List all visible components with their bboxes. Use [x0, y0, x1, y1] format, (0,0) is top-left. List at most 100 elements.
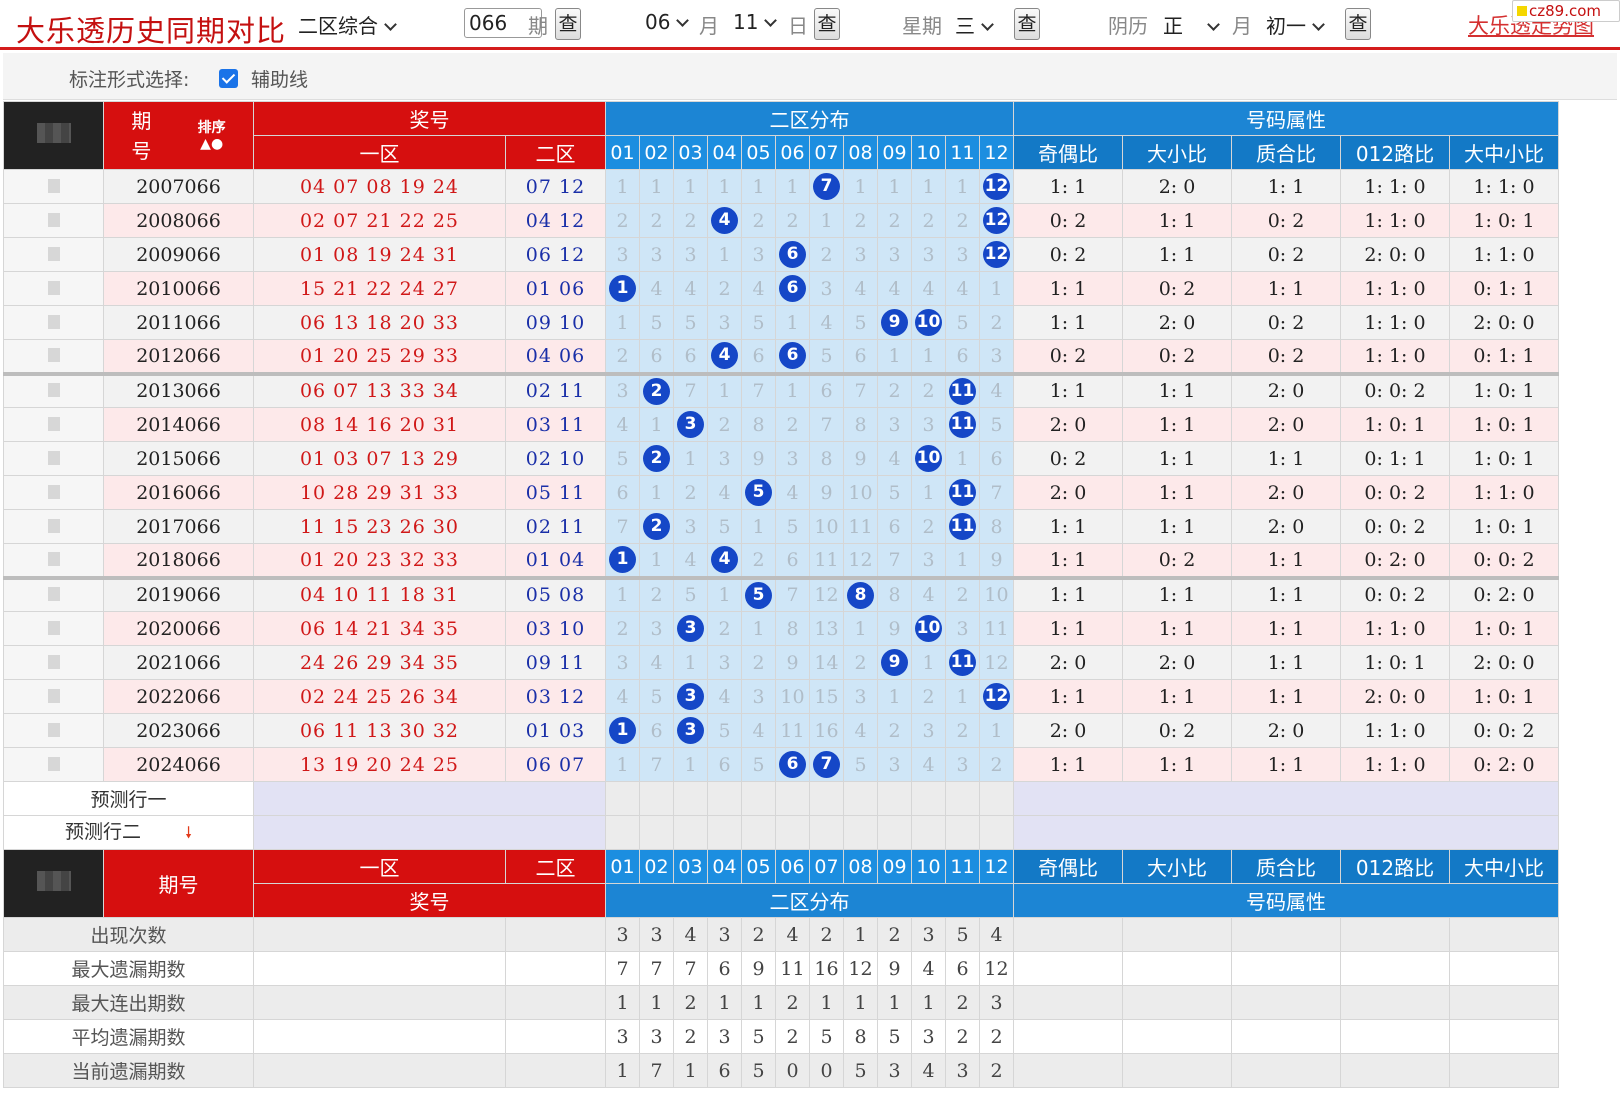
- dist-cell: 9: [877, 611, 912, 646]
- query-lunar-button[interactable]: 查: [1345, 8, 1371, 40]
- blur-mosaic-icon: [47, 688, 60, 703]
- dist-cell: 6: [741, 339, 776, 374]
- predict-label[interactable]: 预测行一: [3, 781, 254, 816]
- predict-dist-cell[interactable]: [945, 781, 980, 816]
- predict-dist-cell[interactable]: [809, 781, 844, 816]
- dist-cell: 11: [945, 509, 980, 544]
- dist-cell: 4: [707, 203, 742, 238]
- predict-dist-cell[interactable]: [605, 815, 640, 850]
- blurred-cell: [3, 575, 104, 612]
- predict-dist-cell[interactable]: [877, 781, 912, 816]
- stat-empty-cell: [505, 1019, 606, 1054]
- predict-dist-cell[interactable]: [843, 781, 878, 816]
- stat-empty-cell: [505, 917, 606, 952]
- dist-cell: 9: [877, 645, 912, 680]
- stat-value: 1: [707, 985, 742, 1020]
- query-issue-button[interactable]: 查: [555, 8, 581, 40]
- lunar-day-select[interactable]: 初一: [1266, 10, 1325, 39]
- stat-value: 0: [775, 1053, 810, 1088]
- lunar-month-select[interactable]: 正: [1163, 10, 1220, 39]
- attr-cell: 0: 1: 1: [1449, 339, 1559, 374]
- predict-dist-cell[interactable]: [843, 815, 878, 850]
- predict-dist-cell[interactable]: [945, 815, 980, 850]
- dist-cell: 15: [809, 679, 844, 714]
- predict-dist-cell[interactable]: [809, 815, 844, 850]
- predict-prize-cell[interactable]: [253, 815, 606, 850]
- predict-dist-cell[interactable]: [639, 815, 674, 850]
- guide-line-checkbox[interactable]: [219, 69, 238, 88]
- predict-prize-cell[interactable]: [253, 781, 606, 816]
- stat-value: 2: [673, 985, 708, 1020]
- predict-dist-cell[interactable]: [775, 781, 810, 816]
- stat-attr-empty: [1340, 917, 1450, 952]
- dist-cell: 7: [843, 371, 878, 408]
- attr-col-header: 质合比: [1231, 135, 1341, 170]
- dist-cell: 5: [707, 509, 742, 544]
- predict-dist-cell[interactable]: [741, 781, 776, 816]
- dist-num-footer-header: 08: [843, 849, 878, 884]
- dist-cell: 8: [809, 441, 844, 476]
- dist-cell: 4: [843, 713, 878, 748]
- dist-cell: 3: [639, 611, 674, 646]
- attr-cell: 2: 0: 0: [1449, 305, 1559, 340]
- predict-attr-cell: [1013, 781, 1559, 816]
- dist-cell: 7: [673, 371, 708, 408]
- hit-ball: 12: [983, 207, 1010, 234]
- predict-dist-cell[interactable]: [707, 815, 742, 850]
- sort-button[interactable]: 排序 ▲●: [198, 120, 226, 152]
- predict-dist-cell[interactable]: [707, 781, 742, 816]
- hit-ball: 2: [643, 445, 670, 472]
- dist-cell: 12: [979, 679, 1014, 714]
- predict-dist-cell[interactable]: [639, 781, 674, 816]
- blur-mosaic-icon: [47, 654, 60, 669]
- dist-cell: 2: [945, 203, 980, 238]
- blurred-cell: [3, 169, 104, 204]
- stat-value: 1: [843, 917, 878, 952]
- dist-cell: 2: [843, 645, 878, 680]
- query-date-button[interactable]: 查: [814, 8, 840, 40]
- blur-mosaic-icon: [36, 871, 71, 891]
- stat-value: 5: [945, 917, 980, 952]
- dist-cell: 3: [605, 645, 640, 680]
- predict-dist-cell[interactable]: [673, 815, 708, 850]
- front-zone-numbers: 10 28 29 31 33: [253, 475, 506, 510]
- predict-dist-cell[interactable]: [775, 815, 810, 850]
- back-zone-numbers: 02 11: [505, 509, 606, 544]
- dist-cell: 16: [809, 713, 844, 748]
- dist-num-footer-header: 09: [877, 849, 912, 884]
- table-row: 2009066 01 08 19 24 31 06 12 3 3 3 1 3 6 2 3 3 3 3 12 0…: [3, 237, 1559, 272]
- issue-header-text: 期号: [131, 106, 151, 166]
- query-week-button[interactable]: 查: [1014, 8, 1040, 40]
- front-zone-numbers: 06 14 21 34 35: [253, 611, 506, 646]
- predict-dist-cell[interactable]: [741, 815, 776, 850]
- predict-dist-cell[interactable]: [877, 815, 912, 850]
- hit-ball: 8: [847, 581, 874, 609]
- predict-dist-cell[interactable]: [979, 781, 1014, 816]
- zone-select[interactable]: 二区综合: [298, 10, 397, 39]
- stat-value: 3: [707, 1019, 742, 1054]
- week-select[interactable]: 三: [955, 10, 994, 39]
- arrow-down-icon[interactable]: 🠗: [185, 822, 192, 849]
- predict-dist-cell[interactable]: [605, 781, 640, 816]
- dist-cell: 3: [809, 271, 844, 306]
- table-row: 2020066 06 14 21 34 35 03 10 2 3 3 2 1 8 13 1 9 10 3 1…: [3, 611, 1559, 646]
- front-zone-numbers: 01 20 25 29 33: [253, 339, 506, 374]
- dist-num-header: 03: [673, 135, 708, 170]
- predict-label[interactable]: 预测行二 🠗: [3, 815, 254, 850]
- attr-col-footer-header: 012路比: [1340, 849, 1450, 884]
- predict-dist-cell[interactable]: [673, 781, 708, 816]
- attr-cell: 0: 2: [1013, 203, 1123, 238]
- predict-dist-cell[interactable]: [979, 815, 1014, 850]
- attr-cell: 2: 0: [1013, 407, 1123, 442]
- front-zone-numbers: 01 03 07 13 29: [253, 441, 506, 476]
- stat-label: 当前遗漏期数: [3, 1053, 254, 1088]
- month-select[interactable]: 06: [645, 10, 690, 34]
- attr-cell: 0: 2: [1013, 237, 1123, 272]
- stat-attr-empty: [1013, 985, 1123, 1020]
- dist-cell: 6: [605, 475, 640, 510]
- predict-dist-cell[interactable]: [911, 781, 946, 816]
- predict-dist-cell[interactable]: [911, 815, 946, 850]
- day-select[interactable]: 11: [733, 10, 778, 34]
- table-row: 2007066 04 07 08 19 24 07 12 1 1 1 1 1 1 7 1 1 1 1 12 1…: [3, 169, 1559, 204]
- attr-cell: 0: 2: [1122, 713, 1232, 748]
